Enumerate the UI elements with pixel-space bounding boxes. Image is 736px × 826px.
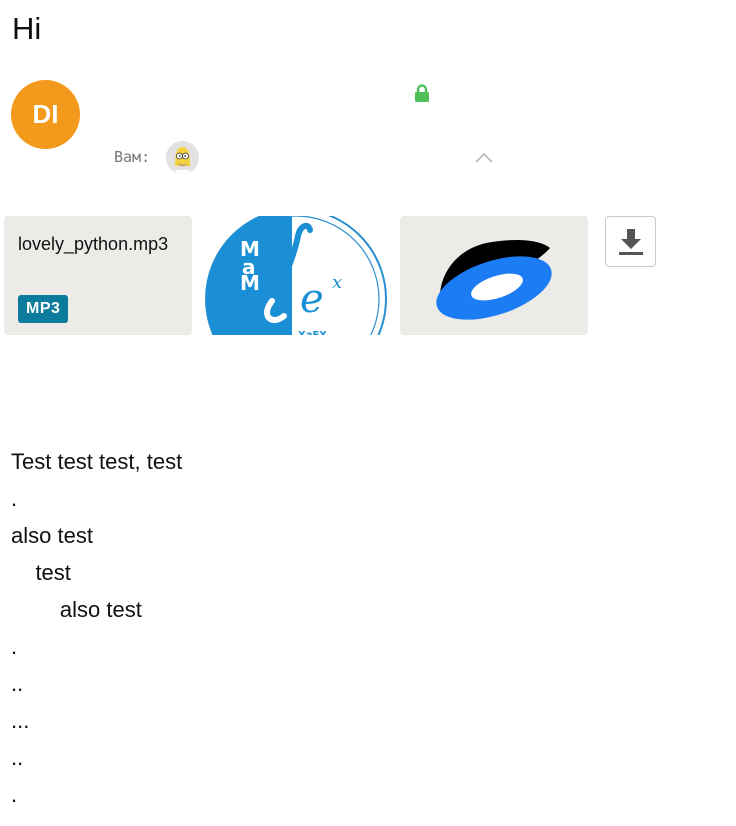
mail-message-view: Hi DI Вам: lovely_python.mp3 MP3 M a M e… bbox=[0, 0, 736, 826]
body-line: also test bbox=[11, 597, 142, 622]
body-line: test bbox=[11, 560, 71, 585]
file-type-badge: MP3 bbox=[18, 295, 69, 323]
sender-avatar[interactable]: DI bbox=[11, 80, 80, 149]
svg-text:M: M bbox=[240, 271, 260, 295]
body-line: . bbox=[11, 782, 18, 807]
body-line: . bbox=[11, 486, 18, 511]
attachment-filename: lovely_python.mp3 bbox=[18, 234, 169, 254]
message-body: Test test test, test . also test test al… bbox=[11, 443, 182, 813]
svg-text:XaEX: XaEX bbox=[298, 330, 327, 335]
download-icon bbox=[618, 228, 643, 255]
mathmech-logo-thumbnail: M a M e x XaEX bbox=[205, 216, 387, 335]
recipients-row: Вам: bbox=[114, 140, 200, 174]
sender-initials: DI bbox=[32, 99, 59, 129]
recipients-label: Вам: bbox=[114, 148, 151, 166]
lock-icon bbox=[415, 84, 429, 102]
download-all-button[interactable] bbox=[605, 216, 656, 267]
attachment-yandex-disk[interactable] bbox=[400, 216, 588, 335]
body-line: .. bbox=[11, 671, 24, 696]
body-line: also test bbox=[11, 523, 93, 548]
attachment-mp3[interactable]: lovely_python.mp3 MP3 bbox=[4, 216, 192, 335]
svg-text:e: e bbox=[300, 276, 324, 322]
attachment-image[interactable]: M a M e x XaEX bbox=[202, 216, 390, 335]
body-line: Test test test, test bbox=[11, 449, 183, 474]
message-subject: Hi bbox=[12, 11, 42, 46]
recipient-avatar[interactable] bbox=[166, 140, 200, 174]
body-line: ... bbox=[11, 708, 30, 733]
svg-text:x: x bbox=[332, 272, 342, 293]
body-line: .. bbox=[11, 745, 24, 770]
body-line: . bbox=[11, 634, 18, 659]
chevron-up-icon[interactable] bbox=[474, 152, 494, 164]
yandex-disk-icon bbox=[436, 240, 552, 320]
